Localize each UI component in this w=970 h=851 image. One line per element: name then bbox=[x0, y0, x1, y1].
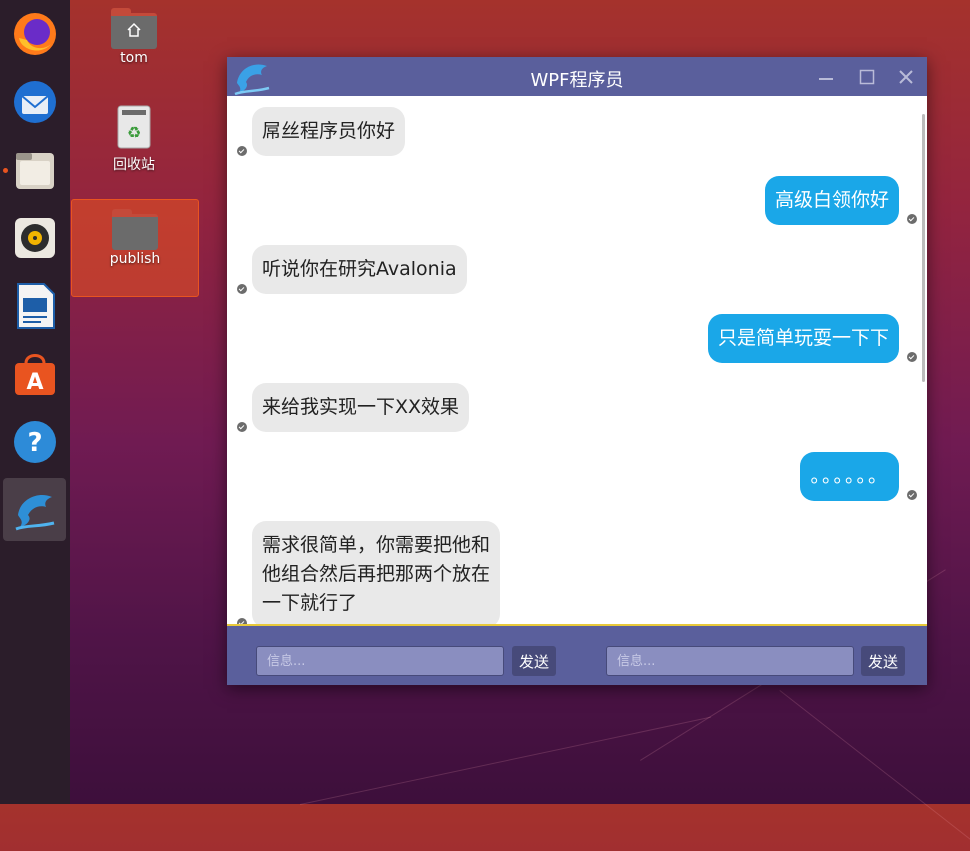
minimize-icon bbox=[819, 78, 833, 80]
dock: A ? bbox=[0, 0, 70, 804]
desktop-icon-label: tom bbox=[120, 50, 148, 66]
read-check-icon bbox=[237, 284, 247, 294]
rhythmbox-icon[interactable] bbox=[6, 209, 64, 267]
minimize-button[interactable] bbox=[814, 65, 838, 89]
send-button-right[interactable]: 发送 bbox=[861, 646, 905, 676]
read-check-icon bbox=[237, 422, 247, 432]
desktop-icon-home[interactable]: tom bbox=[71, 8, 197, 66]
message-input-left[interactable] bbox=[256, 646, 504, 676]
message-bubble: 听说你在研究Avalonia bbox=[252, 245, 467, 294]
message-line: 他组合然后再把那两个放在 bbox=[262, 563, 491, 585]
help-icon[interactable]: ? bbox=[6, 413, 64, 471]
read-check-icon bbox=[907, 352, 917, 362]
message-input-right[interactable] bbox=[606, 646, 854, 676]
read-check-icon bbox=[237, 146, 247, 156]
read-check-icon bbox=[907, 214, 917, 224]
send-button-left[interactable]: 发送 bbox=[512, 646, 556, 676]
writer-icon[interactable] bbox=[6, 277, 64, 335]
maximize-button[interactable] bbox=[855, 65, 879, 89]
svg-text:A: A bbox=[26, 370, 43, 395]
chat-window: WPF程序员 屌丝程序员你好 高级白领你好 听说你在研究Avalonia 只是简… bbox=[227, 57, 927, 685]
message-list[interactable]: 屌丝程序员你好 高级白领你好 听说你在研究Avalonia 只是简单玩耍一下下 … bbox=[227, 96, 927, 624]
message-line: 一下就行了 bbox=[262, 592, 358, 614]
message-bubble: 高级白领你好 bbox=[764, 176, 899, 225]
software-icon[interactable]: A bbox=[6, 345, 64, 403]
desktop-icon-label: 回收站 bbox=[113, 157, 155, 173]
desktop-icon-label: publish bbox=[109, 251, 161, 267]
thunderbird-icon[interactable] bbox=[6, 73, 64, 131]
input-bar: 发送 发送 bbox=[227, 624, 927, 685]
close-icon bbox=[899, 70, 913, 84]
message-bubble: 。。。。。。 bbox=[800, 452, 899, 501]
message-bubble: 屌丝程序员你好 bbox=[252, 107, 406, 156]
read-check-icon bbox=[907, 490, 917, 500]
files-icon[interactable] bbox=[6, 141, 64, 199]
maximize-icon bbox=[859, 69, 875, 85]
message-bubble: 来给我实现一下XX效果 bbox=[252, 383, 470, 432]
message-bubble: 只是简单玩耍一下下 bbox=[707, 314, 899, 363]
home-folder-icon bbox=[111, 8, 157, 49]
message-bubble: 需求很简单，你需要把他和 他组合然后再把那两个放在 一下就行了 bbox=[252, 521, 501, 624]
firefox-icon[interactable] bbox=[6, 5, 64, 63]
desktop-icon-publish[interactable]: publish bbox=[71, 199, 199, 297]
dolphin-app-icon[interactable] bbox=[3, 478, 66, 541]
svg-text:?: ? bbox=[27, 428, 42, 458]
folder-icon bbox=[112, 209, 158, 250]
trash-icon: ♻ bbox=[117, 105, 151, 149]
close-button[interactable] bbox=[894, 65, 918, 89]
scrollbar[interactable] bbox=[922, 114, 925, 382]
message-line: 需求很简单，你需要把他和 bbox=[262, 534, 491, 556]
desktop-icon-trash[interactable]: ♻ 回收站 bbox=[71, 104, 197, 174]
title-bar[interactable]: WPF程序员 bbox=[227, 57, 927, 96]
svg-text:♻: ♻ bbox=[127, 123, 141, 142]
